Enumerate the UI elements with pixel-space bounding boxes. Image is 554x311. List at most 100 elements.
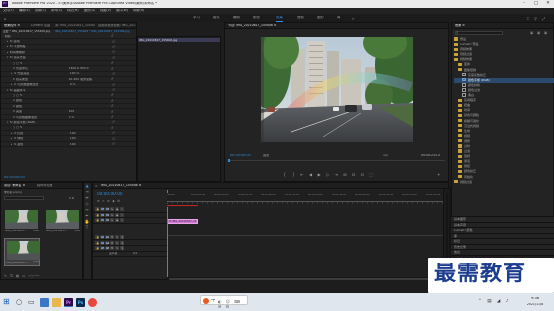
snap-icon[interactable]: ∩	[102, 199, 104, 203]
expand-triangle-icon[interactable]: ▸	[11, 83, 12, 86]
timeline-clip-v1[interactable]: fx IMG_20210817_15	[167, 218, 198, 224]
menu-view[interactable]: 视图(V)	[100, 9, 111, 12]
start-icon[interactable]: ⊞	[3, 298, 10, 306]
menu-help[interactable]: 帮助(H)	[133, 9, 144, 12]
effect-property-value[interactable]: 100	[70, 137, 112, 140]
track-edit-icon[interactable]: ✎	[119, 212, 125, 217]
chrome-icon[interactable]	[88, 297, 97, 307]
pr-icon[interactable]: Pr	[64, 297, 73, 307]
timeline-ruler[interactable]: :00:00 00:00:15:00 00:00:30:00 00:00:45:00 0…	[167, 190, 450, 206]
program-video-frame[interactable]	[261, 37, 413, 142]
effect-property-value[interactable]: 0 %	[69, 116, 111, 119]
workspace-editing[interactable]: 编辑	[233, 16, 240, 19]
sync-lock-icon[interactable]: ⇆	[109, 218, 115, 223]
input-method-toolbar[interactable]: 中 ◐ ☺ ⌨ ✉ ⚙	[200, 295, 248, 309]
workspace-audio[interactable]: 音频	[297, 16, 304, 19]
master-volume-value[interactable]: 0.0	[133, 252, 137, 255]
toggle-output-icon[interactable]: ◉	[114, 218, 120, 223]
reset-parameter-icon[interactable]: ↺	[112, 120, 115, 124]
reset-parameter-icon[interactable]: ↺	[112, 131, 115, 135]
effect-property-value[interactable]: 1300.6 950.0	[69, 67, 111, 70]
menu-graphics[interactable]: 图形(G)	[84, 9, 95, 12]
lock-track-icon[interactable]: 🔒	[95, 207, 100, 212]
program-scrub-bar[interactable]	[229, 160, 445, 161]
mute-track-button[interactable]: M	[109, 246, 115, 251]
sync-lock-icon[interactable]: ⇆	[109, 212, 115, 217]
maximize-icon[interactable]: □	[530, 0, 542, 8]
project-thumb-2[interactable]	[46, 210, 79, 229]
reset-parameter-icon[interactable]: ↺	[111, 61, 114, 65]
tab-lumetri-scopes[interactable]: Lumetri 范围	[31, 24, 50, 27]
source-patch-toggle[interactable]: V3	[99, 207, 104, 212]
effect-property-value[interactable]: 0 %	[70, 83, 112, 86]
go-to-in-icon[interactable]: ⇤	[299, 172, 305, 177]
tab-sequence[interactable]: IMG_20210817_155406 ≡	[101, 184, 141, 187]
tab-audio-clip-mixer[interactable]: 音频剪辑混合器: IMG_20210817	[98, 24, 136, 27]
mute-track-button[interactable]: M	[109, 240, 115, 245]
system-tray-icons[interactable]: ⌃ ▤ ◢ ♪	[478, 299, 511, 304]
tab-project[interactable]: 项目: 未命名 ≡	[4, 184, 25, 187]
ps-icon[interactable]: Ps	[76, 297, 85, 307]
effect-controls-timecode[interactable]: 00:00:00:00	[4, 176, 25, 179]
program-fit-dropdown[interactable]: 适合	[263, 154, 269, 157]
timeline-scroll-thumb[interactable]	[169, 277, 445, 280]
workspace-assembly[interactable]: 组件	[213, 16, 220, 19]
insert-nest-icon[interactable]: ⊕	[97, 199, 100, 203]
workspace-libraries[interactable]: 库	[337, 16, 340, 19]
tab-program[interactable]: 节目: IMG_20210817_155406 ≡	[228, 24, 276, 27]
effect-property-value[interactable]: 50-300 毫米变焦	[69, 78, 111, 81]
source-patch-toggle[interactable]: V2	[99, 212, 104, 217]
menu-window[interactable]: 窗口(W)	[116, 9, 128, 12]
source-patch-toggle[interactable]: A3	[99, 246, 104, 251]
menu-edit[interactable]: 编辑(E)	[19, 9, 30, 12]
reset-parameter-icon[interactable]: ↺	[112, 45, 115, 49]
reset-parameter-icon[interactable]: ↺	[112, 142, 115, 146]
reset-parameter-icon[interactable]: ↺	[111, 34, 114, 38]
track-target-toggle[interactable]: V3	[104, 207, 109, 212]
32bit-effects-icon[interactable]: ▣	[537, 31, 540, 35]
reset-parameter-icon[interactable]: ↺	[112, 50, 115, 54]
fullscreen-icon[interactable]: ⤢	[542, 16, 545, 21]
workspace-color[interactable]: 颜色	[253, 16, 260, 19]
more-workspaces-icon[interactable]: »	[352, 16, 354, 21]
comparison-view-icon[interactable]: ⬚	[368, 172, 374, 177]
track-target-toggle[interactable]: V2	[104, 212, 109, 217]
accelerated-effects-icon[interactable]: ▣	[530, 31, 533, 35]
effects-search-input[interactable]	[455, 30, 503, 35]
type-tool-icon[interactable]: T	[84, 225, 90, 231]
icon-view-icon[interactable]: ▦	[16, 274, 19, 278]
sequence-clip-label[interactable]: IMG_20210817_155406 * IMG_20210817_15540…	[55, 30, 133, 33]
effect-property-value[interactable]: 100 %	[70, 72, 112, 75]
timeline-timecode[interactable]: 00:00:00:00	[97, 192, 123, 196]
master-clip-label[interactable]: 主要 * IMG_20210817_155406.jpg	[3, 30, 55, 33]
mute-track-button[interactable]: M	[109, 235, 115, 240]
reset-parameter-icon[interactable]: ↺	[111, 99, 114, 103]
menu-sequence[interactable]: 序列(S)	[51, 9, 62, 12]
solo-track-button[interactable]: S	[114, 235, 120, 240]
linked-selection-icon[interactable]: ⊗	[107, 199, 110, 203]
track-header-v1[interactable]: 🔒 V1 V1 ⇆ ◉ ✎	[93, 218, 167, 224]
voice-over-record-icon[interactable]: 🎙	[119, 235, 125, 240]
source-patch-toggle[interactable]: A1	[99, 235, 104, 240]
button-editor-icon[interactable]: +	[437, 172, 440, 177]
publish-icon[interactable]: ⇧	[526, 16, 529, 21]
go-to-out-icon[interactable]: ⇥	[334, 172, 340, 177]
reset-parameter-icon[interactable]: ↺	[112, 72, 115, 76]
ec-clip-bar[interactable]: IMG_20210817_155406.jpg	[138, 38, 220, 43]
close-icon[interactable]: ✕	[542, 0, 554, 8]
search-icon[interactable]: ⚲	[534, 16, 537, 21]
track-edit-icon[interactable]: ✎	[119, 218, 125, 223]
lock-track-icon[interactable]: 🔒	[95, 218, 100, 223]
add-marker-icon[interactable]: ◆	[112, 199, 114, 203]
reset-parameter-icon[interactable]: ↺	[112, 40, 115, 44]
zoom-slider[interactable]: ─○───	[28, 274, 39, 278]
reset-parameter-icon[interactable]: ↺	[111, 93, 114, 97]
expand-triangle-icon[interactable]: ▸	[7, 51, 8, 54]
solo-track-button[interactable]: S	[114, 246, 120, 251]
mark-out-icon[interactable]: }	[291, 172, 297, 177]
menu-file[interactable]: 文件(F)	[3, 9, 14, 12]
clock-time[interactable]: 9:36	[520, 297, 550, 301]
close-tab-icon[interactable]: ✕	[95, 184, 98, 188]
lock-track-icon[interactable]: 🔒	[95, 212, 100, 217]
solo-track-button[interactable]: S	[114, 240, 120, 245]
